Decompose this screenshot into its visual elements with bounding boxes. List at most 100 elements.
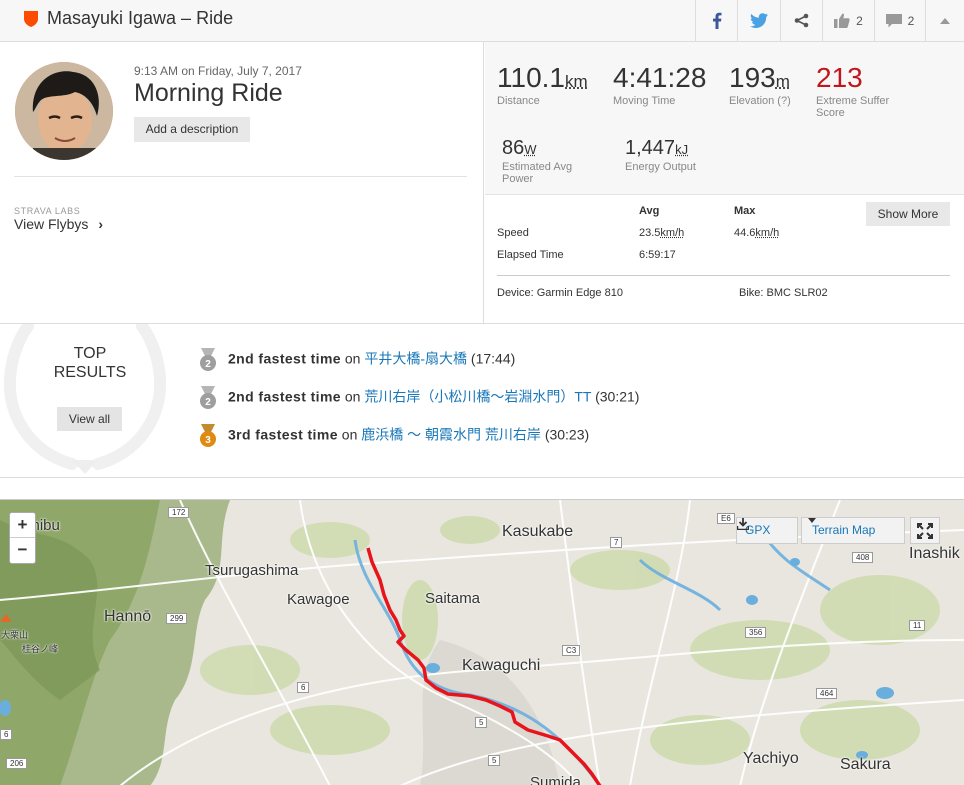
route-shield: E6: [717, 513, 735, 524]
suffer-score-label-line1: Extreme Suffer: [816, 95, 890, 107]
energy-value: 1,447: [625, 137, 676, 159]
elevation-unit: m: [775, 72, 790, 91]
kudos-count: 2: [856, 13, 863, 28]
max-column-header: Max: [734, 205, 756, 217]
view-flybys-label: View Flybys: [14, 216, 89, 232]
achievement-item: 3 3rd fastest time on 鹿浜橋 〜 朝霞水門 荒川右岸 (3…: [198, 424, 589, 448]
twitter-icon: [750, 13, 768, 28]
athlete-avatar[interactable]: [15, 62, 113, 160]
zoom-in-button[interactable]: +: [10, 513, 35, 538]
facebook-share-button[interactable]: [695, 0, 737, 41]
route-shield: 11: [909, 620, 926, 631]
route-shield: 5: [475, 717, 488, 728]
elevation-help-link[interactable]: Elevation (?): [729, 95, 791, 107]
avg-column-header: Avg: [639, 205, 660, 217]
power-label-line2: Power: [502, 173, 534, 185]
route-shield: 172: [168, 507, 190, 518]
distance-label: Distance: [497, 95, 540, 107]
stat-moving-time: 4:41:28 Moving Time: [613, 62, 706, 107]
place-label: 大栗山: [1, 630, 29, 640]
distance-value: 110.1: [497, 62, 565, 93]
comment-icon: [885, 13, 902, 27]
route-map[interactable]: 172 7 E6 408 299 356 11 C3 6 464 5 5 6 2…: [0, 499, 964, 785]
power-unit: W: [524, 142, 537, 157]
energy-unit: kJ: [675, 142, 689, 157]
athlete-photo: [15, 62, 113, 160]
route-shield: C3: [562, 645, 581, 656]
zoom-out-button[interactable]: −: [10, 538, 35, 563]
suffer-score-label-line2: Score: [816, 107, 845, 119]
segment-link[interactable]: 平井大橋-扇大橋: [364, 351, 467, 367]
elapsed-time-value: 6:59:17: [639, 249, 676, 261]
stat-distance: 110.1km Distance: [497, 62, 588, 107]
silver-medal-icon: 2: [200, 348, 216, 371]
route-shield: 206: [6, 758, 28, 769]
route-shield: 356: [745, 627, 767, 638]
achievement-rank: 3rd fastest time: [228, 426, 338, 443]
route-shield: 299: [166, 613, 188, 624]
bronze-medal-icon: 3: [200, 424, 216, 447]
segment-link[interactable]: 荒川右岸（小松川橋〜岩淵水門）TT: [364, 389, 591, 405]
speed-max-unit: km/h: [755, 227, 780, 239]
place-label: Kawaguchi: [462, 657, 541, 674]
distance-unit: km: [565, 72, 588, 91]
activity-summary: 9:13 AM on Friday, July 7, 2017 Morning …: [0, 42, 484, 323]
place-label: Inashik: [909, 545, 960, 562]
silver-medal-icon: 2: [200, 386, 216, 409]
view-all-button[interactable]: View all: [57, 407, 122, 431]
segment-link[interactable]: 鹿浜橋 〜 朝霞水門 荒川右岸: [361, 427, 541, 443]
speed-max: 44.6km/h: [734, 227, 779, 239]
activity-title: Morning Ride: [134, 79, 283, 107]
place-label: Hannō: [104, 608, 152, 625]
fullscreen-button[interactable]: [910, 517, 940, 544]
kudos-button[interactable]: 2: [822, 0, 874, 41]
achievement-time: (30:21): [595, 388, 640, 405]
place-label: Sakura: [840, 756, 891, 773]
collapse-button[interactable]: [925, 0, 964, 41]
top-results-title-line1: TOP: [73, 345, 107, 362]
route-shield: 5: [488, 755, 501, 766]
svg-text:3: 3: [205, 435, 211, 446]
achievement-time: (17:44): [470, 350, 516, 367]
place-label: Tsurugashima: [205, 562, 299, 579]
page-title: Masayuki Igawa – Ride: [47, 8, 234, 28]
stat-energy: 1,447kJ Energy Output: [625, 137, 696, 173]
bike-info: Bike: BMC SLR02: [739, 287, 828, 299]
elapsed-time-label: Elapsed Time: [497, 249, 564, 261]
route-shield: 6: [0, 729, 13, 740]
achievement-on: on: [341, 426, 358, 443]
export-gpx-button[interactable]: GPX: [736, 517, 798, 544]
achievement-on: on: [344, 388, 361, 405]
comment-count: 2: [907, 13, 915, 28]
map-type-label: Terrain Map: [812, 523, 876, 537]
place-label: Yachiyo: [743, 750, 799, 767]
achievement-rank: 2nd fastest time: [228, 388, 341, 405]
chevron-right-icon: ›: [98, 216, 103, 232]
view-flybys-link[interactable]: View Flybys ›: [14, 216, 103, 232]
strava-labs-label: STRAVA LABS: [14, 206, 81, 216]
caret-down-icon: [808, 518, 816, 523]
place-label: Kawagoe: [287, 591, 350, 608]
comments-button[interactable]: 2: [874, 0, 925, 41]
power-label-line1: Estimated Avg: [502, 161, 573, 173]
place-label: 桂谷ノ峰: [22, 644, 59, 654]
activity-date: 9:13 AM on Friday, July 7, 2017: [134, 64, 302, 78]
strava-shield-icon: [24, 11, 38, 27]
top-results-title-line2: RESULTS: [53, 364, 127, 381]
thumbs-up-icon: [834, 13, 850, 28]
speed-avg-unit: km/h: [660, 227, 685, 239]
facebook-icon: [712, 12, 721, 29]
show-more-button[interactable]: Show More: [866, 202, 950, 226]
caret-up-icon: [940, 17, 950, 24]
map-type-dropdown[interactable]: Terrain Map: [801, 517, 905, 544]
add-description-button[interactable]: Add a description: [134, 117, 250, 142]
twitter-share-button[interactable]: [737, 0, 780, 41]
suffer-score-value: 213: [816, 62, 863, 93]
achievement-rank: 2nd fastest time: [228, 350, 341, 367]
place-label: Kasukabe: [502, 523, 574, 540]
top-results-title: TOP RESULTS: [30, 344, 150, 382]
share-button[interactable]: [780, 0, 822, 41]
moving-time-value: 4:41:28: [613, 62, 707, 93]
svg-text:2: 2: [205, 359, 211, 370]
activity-header: Masayuki Igawa – Ride 2 2: [0, 0, 964, 42]
